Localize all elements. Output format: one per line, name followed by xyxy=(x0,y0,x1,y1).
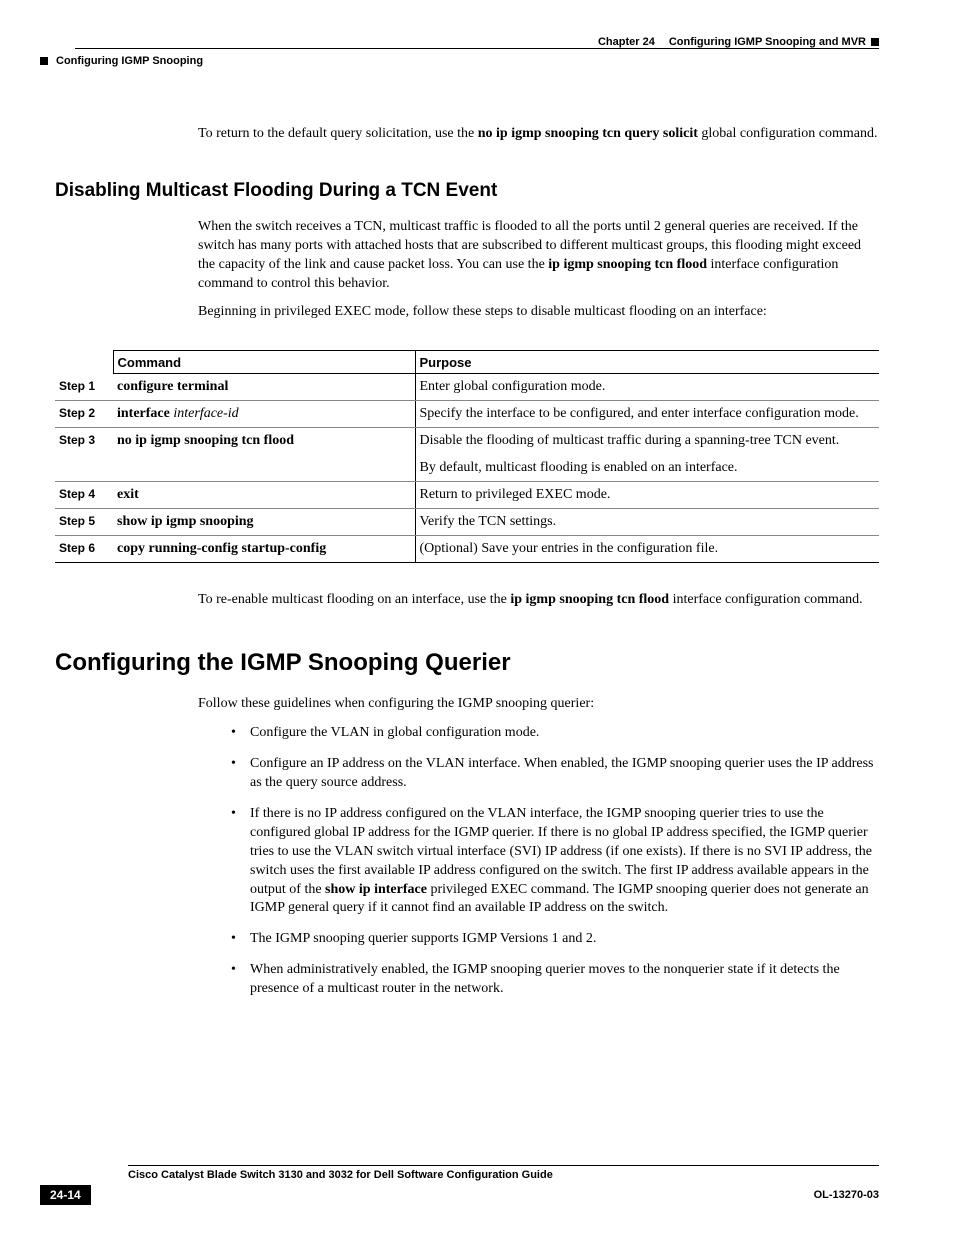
chapter-number: Chapter 24 xyxy=(598,36,655,48)
table-row: Step 2 interface interface-id Specify th… xyxy=(55,401,879,428)
table-row: Step 5 show ip igmp snooping Verify the … xyxy=(55,508,879,535)
page-number-badge: 24-14 xyxy=(40,1185,91,1205)
intro-paragraph: To return to the default query solicitat… xyxy=(198,125,879,144)
chapter-header: Chapter 24 Configuring IGMP Snooping and… xyxy=(598,36,879,48)
header-marker-icon xyxy=(871,38,879,46)
steps-table: Command Purpose Step 1 configure termina… xyxy=(55,350,879,562)
heading-querier: Configuring the IGMP Snooping Querier xyxy=(55,649,879,677)
heading-disabling-multicast: Disabling Multicast Flooding During a TC… xyxy=(55,180,879,202)
chapter-title: Configuring IGMP Snooping and MVR xyxy=(669,36,866,48)
guidelines-list: Configure the VLAN in global configurati… xyxy=(228,724,879,999)
footer-title: Cisco Catalyst Blade Switch 3130 and 303… xyxy=(128,1169,879,1181)
page-footer: Cisco Catalyst Blade Switch 3130 and 303… xyxy=(40,1165,879,1205)
list-item: When administratively enabled, the IGMP … xyxy=(228,961,879,999)
section-name: Configuring IGMP Snooping xyxy=(56,55,203,67)
list-item: If there is no IP address configured on … xyxy=(228,805,879,918)
table-row: Step 4 exit Return to privileged EXEC mo… xyxy=(55,481,879,508)
section-breadcrumb: Configuring IGMP Snooping xyxy=(40,55,203,67)
list-item: Configure the VLAN in global configurati… xyxy=(228,724,879,743)
table-row: Step 3 no ip igmp snooping tcn flood Dis… xyxy=(55,428,879,482)
table-head-command: Command xyxy=(113,351,415,374)
table-row: Step 6 copy running-config startup-confi… xyxy=(55,535,879,562)
list-item: The IGMP snooping querier supports IGMP … xyxy=(228,930,879,949)
para-guidelines-intro: Follow these guidelines when configuring… xyxy=(198,695,879,714)
para-tcn-description: When the switch receives a TCN, multicas… xyxy=(198,218,879,294)
para-reenable: To re-enable multicast flooding on an in… xyxy=(198,591,879,610)
list-item: Configure an IP address on the VLAN inte… xyxy=(228,755,879,793)
header-rule xyxy=(75,48,879,49)
para-steps-intro: Beginning in privileged EXEC mode, follo… xyxy=(198,303,879,322)
table-head-purpose: Purpose xyxy=(415,351,879,374)
document-id: OL-13270-03 xyxy=(814,1189,879,1201)
table-row: Step 1 configure terminal Enter global c… xyxy=(55,374,879,401)
section-marker-icon xyxy=(40,57,48,65)
